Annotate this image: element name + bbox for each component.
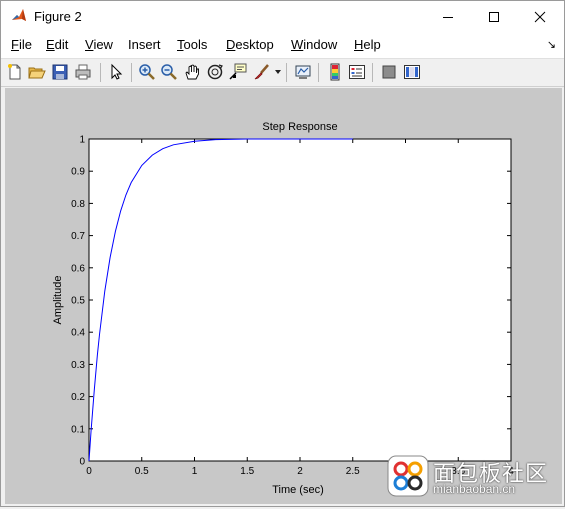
menu-insert[interactable]: Insert [128,37,161,52]
new-figure-button[interactable] [6,63,24,81]
menu-desktop[interactable]: Desktop [226,37,274,52]
rotate-3d-icon [207,64,223,80]
menu-file[interactable]: File [11,37,32,52]
hide-plot-tools-button[interactable] [380,63,398,81]
chart-title: Step Response [262,121,337,133]
x-tick-label: 2 [297,466,303,477]
save-button[interactable] [51,63,69,81]
x-tick-label: 2.5 [346,466,360,477]
axes-background [88,138,512,462]
show-plot-tools-icon [404,65,420,79]
maximize-button[interactable] [471,1,517,32]
insert-legend-button[interactable] [348,63,366,81]
show-plot-tools-button[interactable] [403,63,421,81]
window-title: Figure 2 [34,9,82,24]
minimize-icon [443,16,453,18]
zoom-out-icon [161,64,177,80]
y-tick-label: 1 [79,135,85,146]
watermark-logo-icon [387,455,429,497]
y-tick-label: 0 [79,457,85,468]
zoom-in-icon [139,64,155,80]
x-tick-label: 0 [86,466,92,477]
x-tick-label: 1.5 [240,466,254,477]
open-file-icon [28,67,46,79]
figure-toolbar [1,59,564,87]
close-button[interactable] [517,1,563,32]
y-tick-label: 0.7 [71,231,85,242]
brush-button[interactable] [253,63,271,81]
menu-bar: File Edit View Insert Tools Desktop Wind… [1,32,564,59]
toolbar-separator [318,63,319,82]
x-axis-label: Time (sec) [272,484,324,496]
edit-plot-icon [111,63,123,80]
new-figure-icon [8,64,21,80]
maximize-icon [489,11,499,22]
toolbar-separator [131,63,132,82]
rotate-3d-button[interactable] [206,63,224,81]
y-tick-label: 0.3 [71,360,85,371]
menu-edit[interactable]: Edit [46,37,68,52]
y-tick-label: 0.5 [71,296,85,307]
y-tick-label: 0.6 [71,263,85,274]
toolbar-separator [372,63,373,82]
insert-colorbar-button[interactable] [326,63,344,81]
data-cursor-icon [229,63,247,80]
open-file-button[interactable] [28,63,46,81]
menu-view[interactable]: View [85,37,113,52]
close-icon [534,11,546,22]
y-tick-label: 0.2 [71,392,85,403]
zoom-out-button[interactable] [160,63,178,81]
figure-window: Figure 2 File Edit View Insert Tools Des… [0,0,565,507]
edit-plot-button[interactable] [107,63,125,81]
y-tick-label: 0.1 [71,424,85,435]
watermark: 面包板社区 mianbaoban.cn [387,453,557,499]
dock-arrow-icon[interactable]: ↘ [547,38,556,51]
y-tick-label: 0.4 [71,328,85,339]
menu-tools[interactable]: Tools [177,37,207,52]
zoom-in-button[interactable] [138,63,156,81]
matlab-logo-icon [11,8,27,24]
pan-button[interactable] [183,63,201,81]
toolbar-separator [100,63,101,82]
save-icon [52,64,68,80]
step-response-plot[interactable]: 0 0.1 0.2 0.3 0.4 0.5 0.6 0.7 0.8 0.9 1 0 0.5 1 1.5 2 2… [5,88,562,504]
data-cursor-button[interactable] [229,63,247,81]
title-bar[interactable]: Figure 2 [1,1,564,32]
x-tick-label: 0.5 [135,466,149,477]
brush-icon [254,64,269,80]
print-button[interactable] [74,63,92,81]
link-plot-icon [295,65,311,79]
brush-dropdown-arrow-icon[interactable] [275,70,281,74]
watermark-url: mianbaoban.cn [433,482,516,496]
toolbar-separator [286,63,287,82]
y-tick-label: 0.9 [71,167,85,178]
menu-window[interactable]: Window [291,37,337,52]
colorbar-icon [330,63,340,81]
minimize-button[interactable] [425,1,471,32]
hide-plot-tools-icon [382,65,396,79]
menu-help[interactable]: Help [354,37,381,52]
print-icon [75,64,91,80]
legend-icon [349,65,365,79]
pan-icon [185,64,199,80]
y-tick-label: 0.8 [71,199,85,210]
x-tick-label: 1 [192,466,198,477]
link-plot-button[interactable] [294,63,312,81]
y-axis-label: Amplitude [52,276,64,325]
figure-canvas[interactable]: 0 0.1 0.2 0.3 0.4 0.5 0.6 0.7 0.8 0.9 1 0 0.5 1 1.5 2 2… [5,88,562,504]
